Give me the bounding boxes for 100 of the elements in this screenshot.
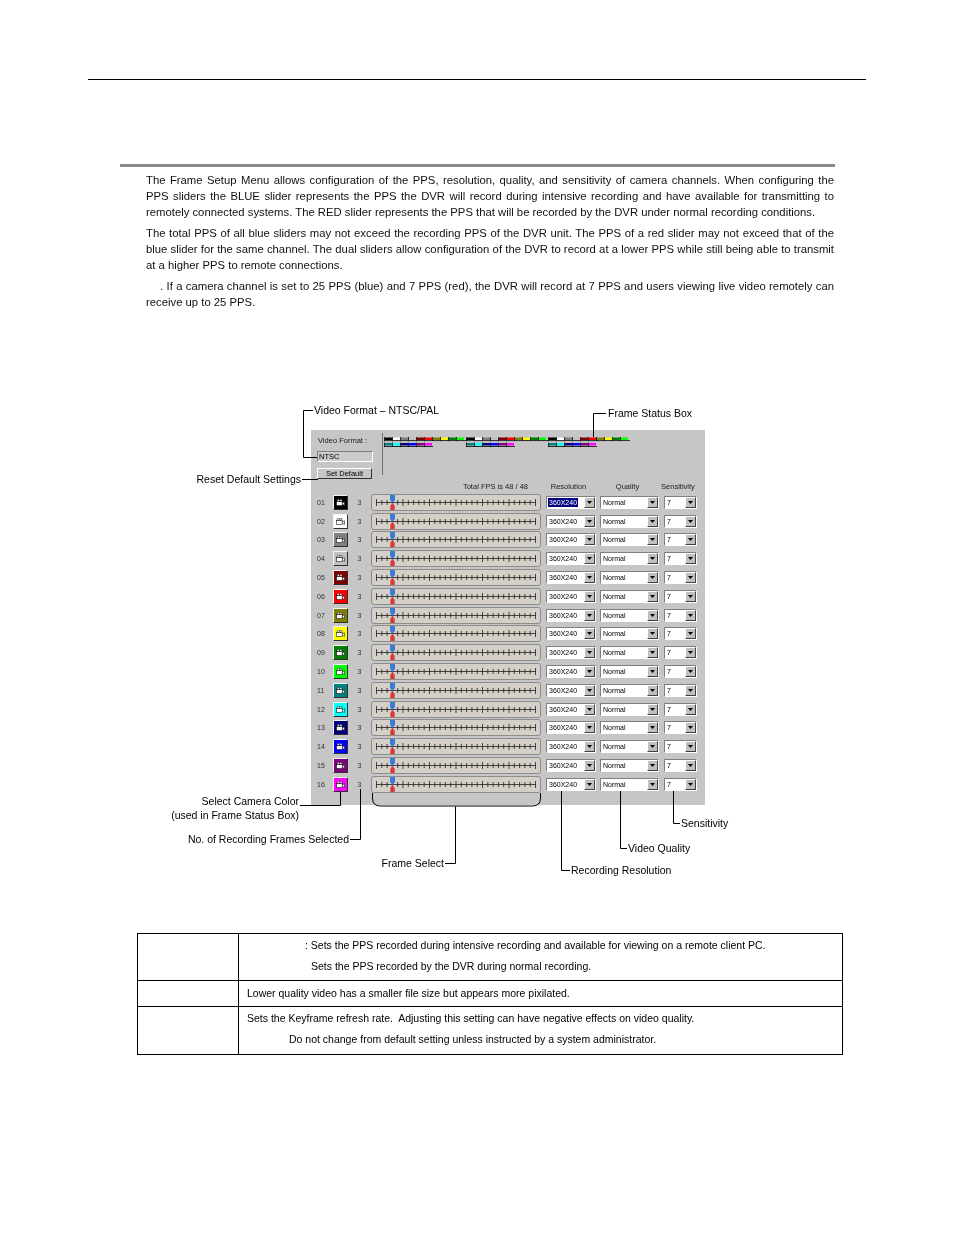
caret-icon [647,703,658,715]
slider-thumb[interactable] [389,559,395,567]
caret-icon [647,534,658,546]
camera-color-button[interactable] [333,664,348,680]
camera-icon [336,724,345,732]
camera-color-button[interactable] [333,588,348,604]
caret-icon [685,515,696,527]
caret-icon [685,496,696,508]
camera-color-button[interactable] [333,532,348,548]
callout-label: Frame Select [381,857,444,869]
slider-thumb[interactable] [389,532,395,541]
caret-icon [584,515,595,527]
slider-thumb[interactable] [389,720,395,729]
camera-icon [336,630,345,638]
slider-thumb[interactable] [389,494,395,503]
slider-track[interactable] [371,625,541,643]
slider-track[interactable] [371,757,541,775]
slider-track[interactable] [371,569,541,587]
slider-thumb[interactable] [389,682,395,691]
slider-thumb[interactable] [389,521,395,529]
camera-color-button[interactable] [333,682,348,698]
caret-icon [584,553,595,565]
slider-track[interactable] [371,606,541,624]
slider-track[interactable] [371,531,541,549]
camera-color-button[interactable] [333,626,348,642]
camera-icon [336,555,345,563]
slider-track[interactable] [371,587,541,605]
caret-icon [584,572,595,584]
caret-icon [685,760,696,772]
slider-track[interactable] [371,681,541,699]
slider-track[interactable] [371,644,541,662]
callout-label: Reset Default Settings [196,473,301,485]
slider-thumb[interactable] [389,540,395,548]
slider-thumb[interactable] [389,747,395,755]
slider-thumb[interactable] [389,615,395,623]
camera-icon [336,536,345,544]
camera-color-button[interactable] [333,739,348,755]
slider-thumb[interactable] [389,551,395,560]
camera-color-button[interactable] [333,758,348,774]
caret-icon [647,666,658,678]
slider-thumb[interactable] [389,588,395,597]
callout-label: Video Format – NTSC/PAL [314,404,440,416]
callout-label: Video Quality [628,842,691,854]
slider-thumb[interactable] [389,776,395,785]
slider-thumb[interactable] [389,728,395,736]
camera-color-button[interactable] [333,494,348,510]
camera-color-button[interactable] [333,570,348,586]
slider-track[interactable] [371,700,541,718]
caret-icon [584,778,595,790]
slider-thumb[interactable] [389,626,395,635]
camera-color-button[interactable] [333,513,348,529]
description-text: Do not change from default setting unless instructed by a system administrator. [288,1032,658,1047]
caret-icon [685,553,696,565]
slider-thumb[interactable] [389,690,395,698]
slider-thumb[interactable] [389,672,395,680]
camera-icon [336,517,345,525]
slider-thumb[interactable] [389,701,395,710]
callout-label: (used in Frame Status Box) [171,809,299,821]
caret-icon [584,534,595,546]
camera-color-button[interactable] [333,551,348,567]
camera-icon [336,498,345,506]
caret-icon [685,778,696,790]
caret-icon [647,778,658,790]
slider-thumb[interactable] [389,758,395,767]
camera-icon [336,611,345,619]
slider-thumb[interactable] [389,709,395,717]
camera-color-button[interactable] [333,776,348,792]
slider-thumb[interactable] [389,645,395,654]
caret-icon [647,609,658,621]
slider-thumb[interactable] [389,739,395,748]
callout-label: Sensitivity [681,817,729,829]
slider-thumb[interactable] [389,607,395,616]
slider-thumb[interactable] [389,634,395,642]
slider-track[interactable] [371,550,541,568]
slider-track[interactable] [371,512,541,530]
slider-thumb[interactable] [389,578,395,586]
slider-track[interactable] [371,493,541,511]
slider-track[interactable] [371,719,541,737]
slider-thumb[interactable] [389,502,395,510]
slider-thumb[interactable] [389,664,395,673]
callout-label: Recording Resolution [571,864,672,876]
slider-thumb[interactable] [389,513,395,522]
leader-line [620,790,628,849]
slider-thumb[interactable] [389,596,395,604]
camera-icon [336,743,345,751]
caret-icon [647,760,658,772]
slider-track[interactable] [371,738,541,756]
slider-track[interactable] [371,775,541,793]
slider-thumb[interactable] [389,766,395,774]
camera-color-button[interactable] [333,607,348,623]
camera-color-button[interactable] [333,645,348,661]
slider-thumb[interactable] [389,570,395,579]
slider-thumb[interactable] [389,784,395,792]
description-text: Sets the Keyframe refresh rate. Adjusting this setting can have negative effects on video quality. [247,1011,696,1026]
slider-track[interactable] [371,663,541,681]
camera-color-button[interactable] [333,720,348,736]
caret-icon [584,590,595,602]
slider-thumb[interactable] [389,653,395,661]
caret-icon [685,722,696,734]
camera-color-button[interactable] [333,701,348,717]
